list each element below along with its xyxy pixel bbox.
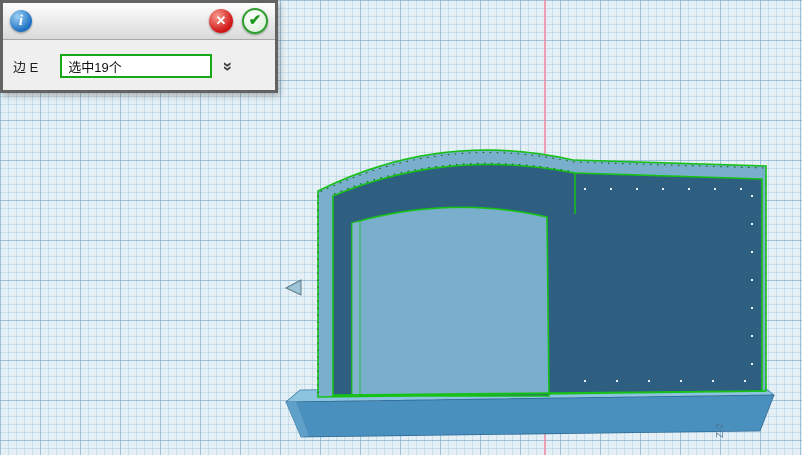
cancel-button[interactable]: ✕ <box>209 9 233 33</box>
dialog-header: i ✕ ✔ <box>3 3 275 40</box>
doorway-jamb-strip[interactable] <box>352 221 360 396</box>
dialog-body: 边 E » <box>3 40 275 92</box>
base-front-face[interactable] <box>286 395 774 437</box>
double-chevron-down-icon[interactable]: » <box>221 61 238 70</box>
info-icon: i <box>10 10 32 32</box>
confirm-button[interactable]: ✔ <box>242 8 268 34</box>
edge-field-label: 边 E <box>13 57 38 76</box>
edge-selection-dialog: i ✕ ✔ 边 E » <box>0 0 278 93</box>
cad-workspace: { "dialog": { "field_label": "边 E", "fie… <box>0 0 802 455</box>
edge-selection-input[interactable] <box>60 54 212 78</box>
left-arrow-icon <box>286 280 301 295</box>
axis-label: Z-2 <box>715 423 726 438</box>
